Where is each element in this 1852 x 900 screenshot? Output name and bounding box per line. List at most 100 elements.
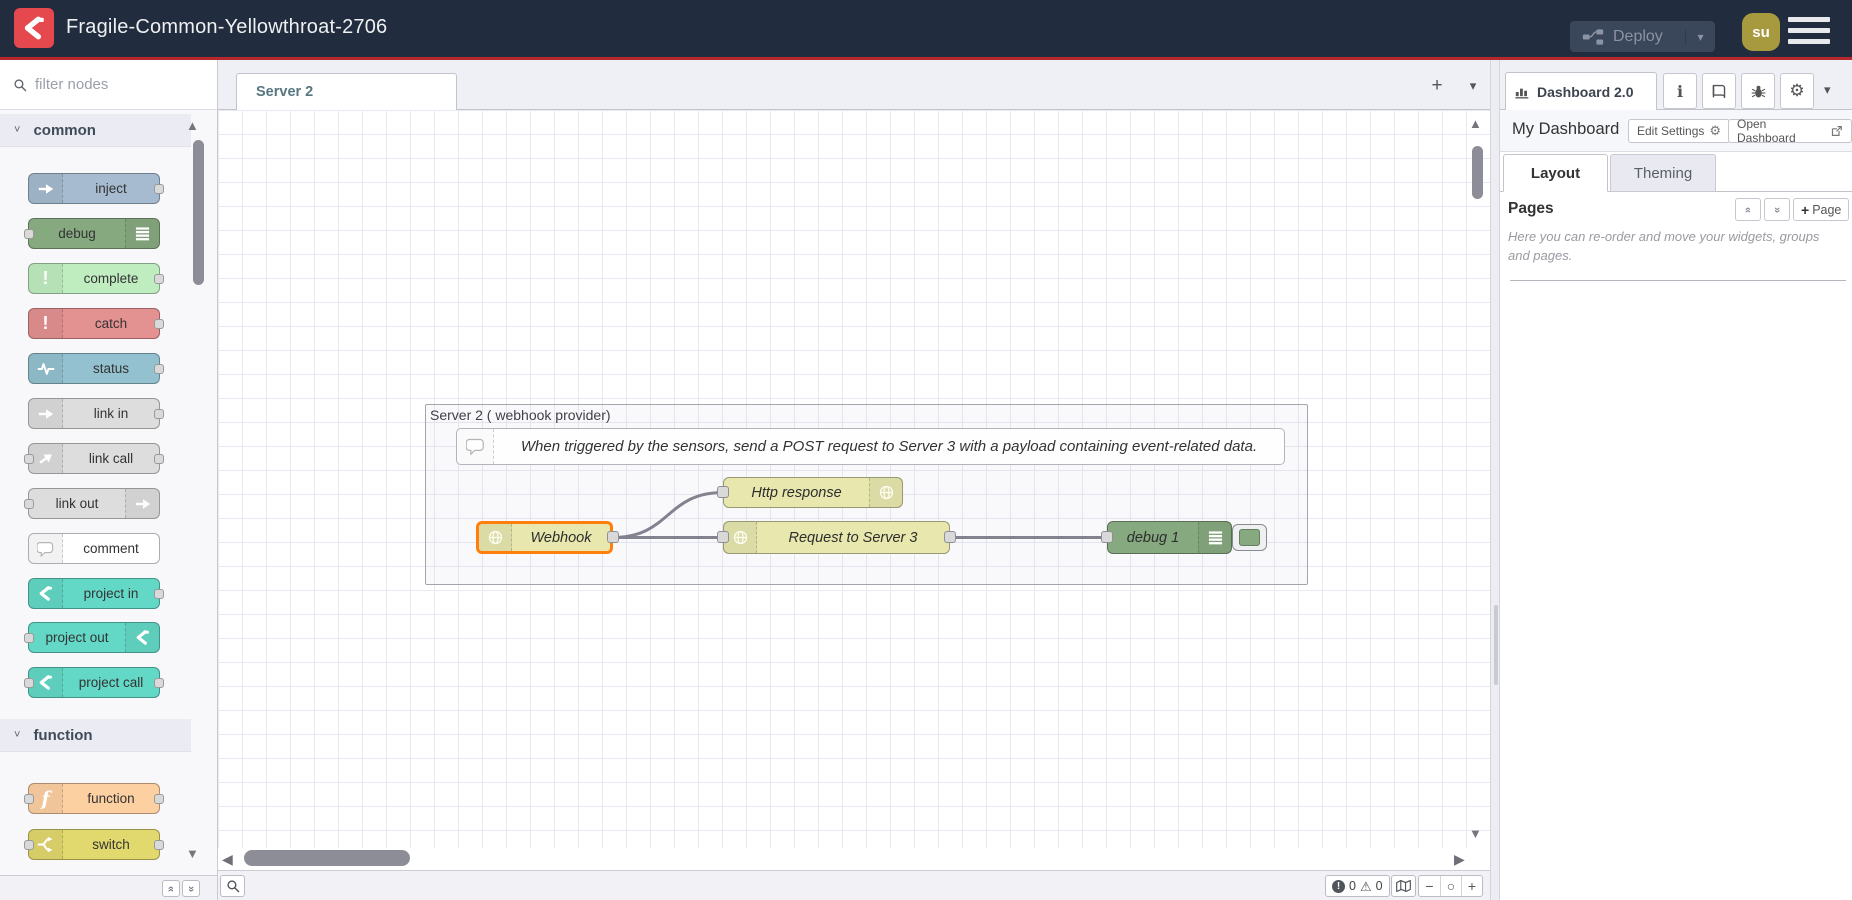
- canvas-scroll-down-icon[interactable]: ▼: [1469, 826, 1482, 841]
- user-avatar[interactable]: su: [1742, 13, 1780, 51]
- input-port[interactable]: [24, 229, 34, 239]
- output-port[interactable]: [154, 364, 164, 374]
- edit-settings-button[interactable]: Edit Settings ⚙: [1628, 119, 1730, 143]
- output-port[interactable]: [154, 409, 164, 419]
- canvas-scroll-up-icon[interactable]: ▲: [1469, 116, 1482, 131]
- notification-counts[interactable]: ! 0 ⚠ 0: [1325, 875, 1390, 897]
- output-port[interactable]: [154, 184, 164, 194]
- sidebar-splitter[interactable]: [1490, 60, 1500, 900]
- navigator-button[interactable]: [1391, 875, 1416, 897]
- sidebar-tab-info[interactable]: i: [1663, 73, 1697, 109]
- zoom-reset-button[interactable]: ○: [1440, 876, 1461, 896]
- palette-node-debug[interactable]: debug: [28, 218, 160, 249]
- main-menu-button[interactable]: [1788, 17, 1830, 44]
- sidebar-tabbar: Dashboard 2.0 i ⚙ ▾: [1500, 60, 1852, 110]
- input-port[interactable]: [717, 531, 729, 543]
- node-label: project in: [63, 586, 159, 601]
- output-port[interactable]: [154, 678, 164, 688]
- zoom-out-button[interactable]: −: [1419, 876, 1440, 896]
- palette-category-function[interactable]: ˅ function: [0, 719, 191, 752]
- add-flow-button[interactable]: +: [1424, 75, 1450, 99]
- tab-layout[interactable]: Layout: [1503, 154, 1608, 192]
- palette-node-comment[interactable]: comment: [28, 533, 160, 564]
- palette-node-complete[interactable]: ! complete: [28, 263, 160, 294]
- output-port[interactable]: [154, 589, 164, 599]
- debug-enable-toggle[interactable]: [1232, 524, 1267, 551]
- canvas-scroll-left-icon[interactable]: ◀: [222, 851, 233, 868]
- output-port[interactable]: [154, 840, 164, 850]
- comment-node[interactable]: When triggered by the sensors, send a PO…: [456, 428, 1285, 465]
- palette-node-catch[interactable]: ! catch: [28, 308, 160, 339]
- node-red-icon: [29, 579, 63, 608]
- tab-label: Layout: [1531, 165, 1580, 182]
- flow-node-webhook[interactable]: Webhook: [476, 521, 613, 554]
- flow-canvas[interactable]: Server 2 ( webhook provider) When trigge…: [218, 110, 1490, 848]
- flow-list-caret[interactable]: ▾: [1460, 78, 1486, 102]
- splitter-handle[interactable]: [1494, 605, 1498, 685]
- palette-scrollbar-thumb[interactable]: [193, 140, 204, 285]
- palette-node-link-call[interactable]: link call: [28, 443, 160, 474]
- move-page-up-button[interactable]: »: [1735, 198, 1761, 221]
- node-red-logo-icon: [14, 8, 54, 48]
- input-port[interactable]: [717, 486, 729, 498]
- input-port[interactable]: [24, 840, 34, 850]
- deploy-label: Deploy: [1613, 28, 1663, 46]
- palette-category-common[interactable]: ˅ common: [0, 114, 191, 147]
- palette-node-project-call[interactable]: project call: [28, 667, 160, 698]
- palette-node-status[interactable]: status: [28, 353, 160, 384]
- output-port[interactable]: [607, 531, 619, 543]
- exclamation-icon: !: [29, 264, 63, 293]
- add-page-button[interactable]: + Page: [1793, 198, 1849, 221]
- sidebar-tab-dashboard[interactable]: Dashboard 2.0: [1505, 72, 1657, 110]
- node-label: switch: [63, 837, 159, 852]
- deploy-options-caret[interactable]: ▾: [1685, 30, 1715, 44]
- tab-theming[interactable]: Theming: [1610, 154, 1716, 192]
- canvas-footer: ! 0 ⚠ 0 − ○ +: [218, 870, 1490, 900]
- canvas-search-button[interactable]: [220, 875, 245, 897]
- sidebar-tabs-caret[interactable]: ▾: [1824, 82, 1831, 98]
- deploy-button-main[interactable]: Deploy: [1570, 28, 1685, 46]
- move-page-down-button[interactable]: »: [1764, 198, 1790, 221]
- tab-server-2[interactable]: Server 2: [236, 73, 457, 110]
- output-port[interactable]: [154, 794, 164, 804]
- speech-bubble-icon: [29, 534, 63, 563]
- open-dashboard-button[interactable]: Open Dashboard: [1728, 119, 1852, 143]
- node-red-icon: [29, 668, 63, 697]
- flow-node-debug-1[interactable]: debug 1: [1107, 521, 1232, 554]
- list-icon: [1198, 522, 1231, 553]
- sidebar-tab-config[interactable]: ⚙: [1780, 73, 1814, 109]
- palette-scroll-up-icon[interactable]: ▲: [186, 118, 199, 133]
- error-count: 0: [1349, 879, 1356, 893]
- output-port[interactable]: [944, 531, 956, 543]
- sidebar-tab-help[interactable]: [1702, 73, 1736, 109]
- node-label: link call: [63, 451, 159, 466]
- sidebar-tab-debug[interactable]: [1741, 73, 1775, 109]
- output-port[interactable]: [154, 319, 164, 329]
- canvas-scroll-right-icon[interactable]: ▶: [1454, 851, 1465, 868]
- palette-scroll-down-icon[interactable]: ▼: [186, 846, 199, 861]
- output-port[interactable]: [154, 274, 164, 284]
- input-port[interactable]: [24, 454, 34, 464]
- palette-node-project-in[interactable]: project in: [28, 578, 160, 609]
- canvas-hscrollbar-thumb[interactable]: [244, 850, 410, 866]
- flow-node-request-to-server-3[interactable]: Request to Server 3: [723, 521, 950, 554]
- palette-node-function[interactable]: f function: [28, 783, 160, 814]
- palette-node-link-in[interactable]: link in: [28, 398, 160, 429]
- input-port[interactable]: [24, 499, 34, 509]
- deploy-button[interactable]: Deploy ▾: [1570, 21, 1715, 52]
- palette-node-switch[interactable]: switch: [28, 829, 160, 860]
- input-port[interactable]: [1101, 531, 1113, 543]
- output-port[interactable]: [154, 454, 164, 464]
- zoom-in-button[interactable]: +: [1461, 876, 1482, 896]
- canvas-vscrollbar-thumb[interactable]: [1472, 146, 1483, 199]
- palette-node-link-out[interactable]: link out: [28, 488, 160, 519]
- flow-node-http-response[interactable]: Http response: [723, 477, 903, 508]
- input-port[interactable]: [24, 633, 34, 643]
- palette-node-inject[interactable]: inject: [28, 173, 160, 204]
- input-port[interactable]: [24, 794, 34, 804]
- collapse-all-categories-button[interactable]: »: [162, 880, 180, 897]
- input-port[interactable]: [24, 678, 34, 688]
- palette-filter-input[interactable]: [35, 76, 185, 93]
- expand-all-categories-button[interactable]: »: [182, 880, 200, 897]
- palette-node-project-out[interactable]: project out: [28, 622, 160, 653]
